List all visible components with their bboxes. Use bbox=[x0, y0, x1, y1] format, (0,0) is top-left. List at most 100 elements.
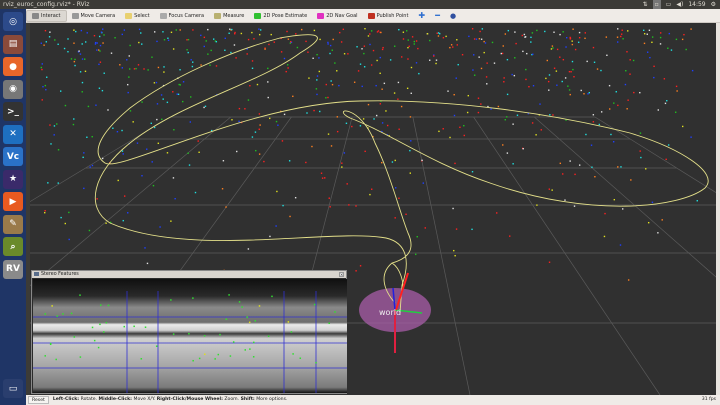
map-point bbox=[161, 94, 162, 95]
window-title: rviz_euroc_config.rviz* - RViz bbox=[3, 0, 89, 9]
map-point bbox=[75, 31, 76, 32]
map-point bbox=[297, 47, 298, 48]
launcher-files-icon[interactable]: ▤ bbox=[3, 35, 23, 54]
map-point bbox=[313, 110, 314, 111]
launcher-vscode-icon[interactable]: ✕ bbox=[3, 125, 23, 144]
tool-measure-button[interactable]: Measure bbox=[209, 10, 249, 22]
tool-move-camera-button[interactable]: Move Camera bbox=[67, 10, 121, 22]
map-point bbox=[559, 57, 560, 58]
map-point bbox=[668, 144, 669, 145]
launcher-video-app-icon[interactable]: ▶ bbox=[3, 192, 23, 211]
map-point bbox=[82, 91, 83, 92]
map-point bbox=[647, 52, 648, 53]
launcher-image-viewer-icon[interactable]: ⌕ bbox=[3, 237, 23, 256]
feature-point bbox=[233, 341, 235, 343]
rviz-toolbar: InteractMove CameraSelectFocus CameraMea… bbox=[26, 9, 720, 23]
map-point bbox=[483, 52, 484, 53]
map-point bbox=[341, 166, 342, 167]
map-point bbox=[355, 270, 356, 271]
nav-arrow-icon bbox=[317, 13, 324, 19]
map-point bbox=[653, 66, 654, 67]
feature-point bbox=[123, 326, 125, 328]
launcher-rviz-icon[interactable]: RV bbox=[3, 260, 23, 279]
feature-point bbox=[244, 349, 246, 351]
map-point bbox=[622, 38, 623, 39]
reset-button[interactable]: Reset bbox=[28, 396, 49, 404]
map-point bbox=[92, 165, 93, 166]
map-point bbox=[189, 164, 190, 165]
map-point bbox=[480, 103, 481, 104]
launcher-text-editor-icon[interactable]: ✎ bbox=[3, 215, 23, 234]
volume-icon[interactable]: ◀) bbox=[676, 0, 683, 9]
map-point bbox=[236, 151, 237, 152]
map-point bbox=[652, 202, 653, 203]
map-point bbox=[554, 68, 555, 69]
tool-options-button[interactable]: ● bbox=[445, 10, 461, 22]
map-point bbox=[42, 99, 43, 100]
map-point bbox=[567, 85, 568, 86]
tool-select-button[interactable]: Select bbox=[120, 10, 154, 22]
map-point bbox=[616, 91, 617, 92]
map-point bbox=[92, 136, 93, 137]
add-tool-button[interactable]: ✚ bbox=[413, 10, 430, 22]
map-point bbox=[276, 121, 277, 122]
map-point bbox=[95, 105, 96, 106]
map-point bbox=[139, 29, 140, 30]
tool-interact-button[interactable]: Interact bbox=[26, 10, 67, 22]
focus-icon bbox=[160, 13, 167, 19]
right-panel-handle[interactable] bbox=[716, 23, 720, 395]
network-icon[interactable]: ⇅ bbox=[643, 0, 648, 9]
map-point bbox=[394, 92, 395, 93]
battery-icon[interactable]: ▭ bbox=[666, 0, 672, 9]
remove-tool-button[interactable]: ━ bbox=[430, 10, 445, 22]
map-point bbox=[301, 29, 302, 30]
map-point bbox=[452, 46, 453, 47]
map-point bbox=[154, 127, 155, 128]
map-point bbox=[82, 82, 83, 83]
launcher-star-app-icon[interactable]: ★ bbox=[3, 170, 23, 189]
map-point bbox=[363, 53, 364, 54]
map-point bbox=[473, 54, 474, 55]
launcher-trash-icon[interactable]: ▭ bbox=[3, 379, 23, 398]
map-point bbox=[173, 129, 174, 130]
map-point bbox=[630, 179, 631, 180]
keyboard-icon[interactable]: ▫ bbox=[653, 0, 661, 9]
tool-2d-nav-goal-button[interactable]: 2D Nav Goal bbox=[312, 10, 362, 22]
map-point bbox=[532, 122, 533, 123]
map-point bbox=[282, 205, 283, 206]
map-point bbox=[578, 42, 579, 43]
map-point bbox=[517, 115, 518, 116]
map-point bbox=[305, 162, 306, 163]
map-point bbox=[552, 45, 553, 46]
map-point bbox=[648, 222, 649, 223]
feature-point bbox=[271, 296, 273, 298]
map-point bbox=[152, 161, 153, 162]
map-point bbox=[289, 216, 290, 217]
map-point bbox=[369, 194, 370, 195]
tool-publish-point-button[interactable]: Publish Point bbox=[363, 10, 414, 22]
map-point bbox=[415, 254, 416, 255]
map-point bbox=[253, 38, 254, 39]
map-point bbox=[514, 31, 515, 32]
map-point bbox=[234, 32, 235, 33]
tool-2d-pose-estimate-button[interactable]: 2D Pose Estimate bbox=[249, 10, 312, 22]
map-point bbox=[187, 153, 188, 154]
clock[interactable]: 14:59 bbox=[688, 0, 705, 9]
map-point bbox=[73, 29, 74, 30]
map-point bbox=[570, 37, 571, 38]
feature-point bbox=[74, 336, 76, 338]
launcher-firefox-icon[interactable]: ● bbox=[3, 57, 23, 76]
map-point bbox=[467, 112, 468, 113]
tool-focus-camera-button[interactable]: Focus Camera bbox=[155, 10, 210, 22]
settings-gear-icon[interactable]: ⚙ bbox=[711, 0, 716, 9]
map-point bbox=[122, 67, 123, 68]
launcher-vnc-icon[interactable]: Vc bbox=[3, 147, 23, 166]
map-point bbox=[119, 64, 120, 65]
launcher-terminal-icon[interactable]: >_ bbox=[3, 102, 23, 121]
map-point bbox=[575, 49, 576, 50]
launcher-screenshot-icon[interactable]: ◉ bbox=[3, 80, 23, 99]
hint-key: Left-Click: bbox=[53, 397, 79, 402]
launcher-ubuntu-dash-icon[interactable]: ◎ bbox=[3, 12, 23, 31]
map-point bbox=[376, 60, 377, 61]
map-point bbox=[382, 49, 383, 50]
